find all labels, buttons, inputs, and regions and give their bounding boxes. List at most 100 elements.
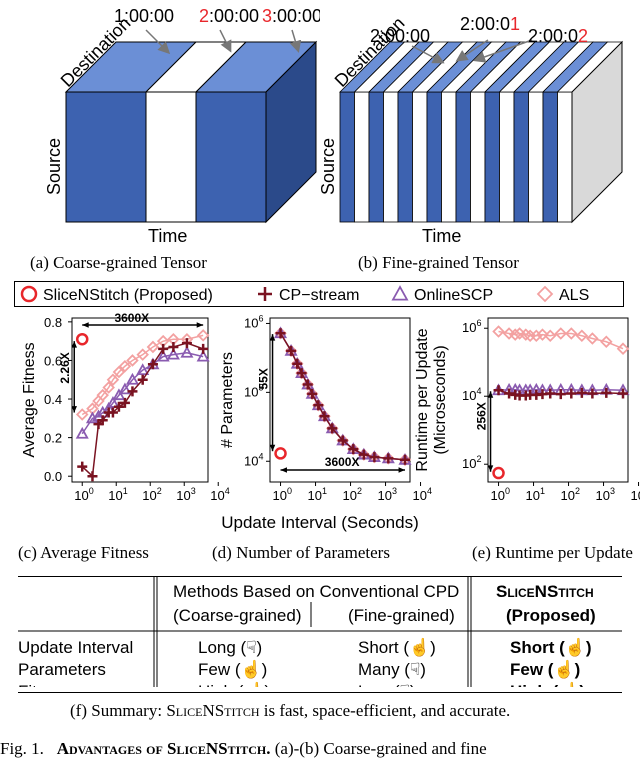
- x-tick-label: 101: [108, 486, 127, 503]
- y-axis-label: # Parameters: [219, 352, 236, 448]
- y-tick-label: 0.8: [44, 315, 62, 330]
- fine-slice: [470, 91, 486, 223]
- y-tick-label: 106: [462, 318, 481, 335]
- table-row-label: Fitness: [18, 682, 73, 687]
- table-cell-proposed: Few (☝): [510, 659, 580, 680]
- caption-f: (f) Summary: SliceNStitch is fast, space…: [70, 701, 511, 720]
- x-tick-label: 102: [142, 486, 161, 503]
- table-cell-proposed: High (☝): [510, 681, 585, 687]
- chart-d: 100 101 102 103 104104105106# Parameters 55X3…: [219, 313, 432, 503]
- legend: SliceNStitch (Proposed) CP−stream OnlineSC…: [14, 281, 624, 307]
- coarse-tensor-diagram: Destination Source Time 1:00:00 2:00:00 …: [44, 6, 320, 246]
- table-cell-fine: Many (☟): [358, 660, 426, 679]
- series-plus: [275, 328, 411, 465]
- charts-area: 100 101 102 103 1040.00.20.40.60.8Average Fi…: [21, 311, 640, 503]
- fine-slice: [455, 91, 471, 223]
- fine-slice: [383, 91, 399, 223]
- annotation-label: 3600X: [114, 311, 149, 325]
- data-point: [274, 447, 287, 460]
- annotations: 55X 3600X: [257, 334, 406, 473]
- annotation-label: 2.26X: [58, 352, 72, 383]
- table-cell-coarse: High (☝): [198, 681, 270, 687]
- table-cell-coarse: Few (☝): [198, 659, 267, 680]
- fine-slice: [368, 91, 384, 223]
- summary-table: Methods Based on Conventional CPD (Coarse…: [18, 576, 622, 702]
- x-tick-label: 104: [631, 486, 640, 503]
- table-group-header: Methods Based on Conventional CPD: [173, 582, 459, 601]
- fine-slice: [513, 91, 529, 223]
- y-tick-label: 0.0: [44, 469, 62, 484]
- coarse-front-face: [65, 91, 267, 223]
- y-tick-label: 0.2: [44, 431, 62, 446]
- series-circle: [274, 447, 287, 460]
- table-col-fine: (Fine-grained): [348, 606, 455, 625]
- coarse-time-label-3: 3:00:00: [262, 6, 320, 26]
- x-tick-label: 101: [308, 486, 327, 503]
- x-tick-label: 100: [74, 486, 93, 503]
- x-tick-label: 104: [210, 486, 229, 503]
- table-row-label: Update Interval: [18, 638, 133, 657]
- y-axis-label: Runtime per Update(Microseconds): [414, 328, 449, 471]
- table-cell-coarse: Long (☟): [198, 638, 262, 657]
- data-point: [492, 466, 505, 480]
- fine-time-label: Time: [422, 226, 461, 246]
- annotation-label: 256X: [475, 402, 489, 430]
- series-circle: [75, 332, 89, 346]
- y-axis-label: Average Fitness: [21, 342, 38, 457]
- annotation-label: 55X: [257, 368, 271, 389]
- x-tick-label: 103: [378, 486, 397, 503]
- figure-caption: Fig. 1. Advantages of SliceNStitch. (a)-…: [0, 739, 487, 758]
- fine-slice: [426, 91, 442, 223]
- y-tick-label: 104: [462, 386, 481, 403]
- y-tick-label: 102: [462, 454, 481, 471]
- data-point: [198, 343, 209, 354]
- table-cell-proposed: Short (☝): [510, 637, 592, 658]
- table-cell-fine: Short (☝): [358, 637, 436, 658]
- x-tick-label: 103: [176, 486, 195, 503]
- y-tick-label: 106: [244, 313, 263, 330]
- coarse-source-label: Source: [44, 138, 64, 195]
- x-tick-label: 100: [491, 486, 510, 503]
- x-tick-label: 104: [413, 486, 432, 503]
- coarse-time-label-1: 1:00:00: [114, 6, 174, 26]
- y-tick-label: 0.4: [44, 392, 62, 407]
- fine-tensor-diagram: Destination Source Time 2:00:00 2:00:01 …: [320, 13, 623, 246]
- caption-a: (a) Coarse-grained Tensor: [30, 253, 207, 272]
- fine-slice: [412, 91, 428, 223]
- chart-c: 100 101 102 103 1040.00.20.40.60.8Average Fi…: [21, 311, 230, 503]
- fine-slice: [557, 91, 573, 223]
- fine-slice: [354, 91, 370, 223]
- table-row-label: Parameters: [18, 660, 106, 679]
- coarse-time-label: Time: [148, 226, 187, 246]
- legend-label: ALS: [559, 287, 589, 304]
- fine-slice: [484, 91, 500, 223]
- y-tick-label: 104: [244, 451, 263, 468]
- x-tick-label: 102: [343, 486, 362, 503]
- legend-marker-triangle: [391, 285, 409, 301]
- caption-c: (c) Average Fitness: [18, 543, 149, 562]
- fine-time-label-1: 2:00:00: [370, 26, 430, 46]
- annotation-label: 3600X: [325, 455, 360, 469]
- fine-slice: [528, 91, 544, 223]
- series-diamond: [492, 325, 630, 355]
- caption-b: (b) Fine-grained Tensor: [358, 253, 519, 272]
- fine-slice: [397, 91, 413, 223]
- fine-time-label-2: 2:00:01: [460, 14, 520, 34]
- legend-label: OnlineSCP: [414, 287, 493, 304]
- legend-label: SliceNStitch (Proposed): [43, 287, 213, 304]
- data-point: [168, 341, 179, 352]
- caption-d: (d) Number of Parameters: [212, 543, 390, 562]
- series-circle: [492, 466, 505, 480]
- coarse-time-label-2: 2:00:00: [199, 6, 259, 26]
- fine-slice: [542, 91, 558, 223]
- chart-e: 100 101 102 103 104 102 104 106 Runtime per Upda…: [414, 317, 640, 503]
- table-cell-fine: Low (☟): [358, 682, 416, 687]
- fine-slice: [441, 91, 457, 223]
- legend-marker-plus: [258, 287, 272, 301]
- data-point: [158, 343, 169, 354]
- data-point: [75, 332, 89, 346]
- fine-slice: [339, 91, 355, 223]
- table-col-coarse: (Coarse-grained): [173, 606, 302, 625]
- legend-marker-circle: [20, 285, 38, 303]
- fine-slice: [499, 91, 515, 223]
